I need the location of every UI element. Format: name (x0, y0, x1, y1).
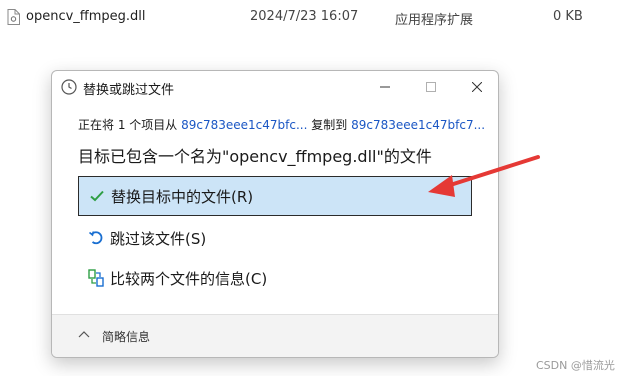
skip-file-option[interactable]: 跳过该文件(S) (78, 218, 472, 258)
skip-file-label: 跳过该文件(S) (110, 229, 207, 248)
maximize-button[interactable] (414, 75, 448, 99)
copy-status-line: 正在将 1 个项目从 89c783eee1c47bfc... 复制到 89c78… (78, 116, 485, 133)
replace-file-label: 替换目标中的文件(R) (111, 187, 254, 206)
replace-or-skip-dialog: 替换或跳过文件 正在将 1 个项目从 89c783eee1c47bfc... 复… (51, 70, 499, 358)
destination-folder-link[interactable]: 89c783eee1c47bfc7... (351, 118, 485, 132)
dialog-title: 替换或跳过文件 (83, 83, 175, 98)
file-size: 0 KB (553, 9, 583, 24)
close-button[interactable] (460, 75, 494, 99)
compare-files-option[interactable]: 比较两个文件的信息(C) (78, 258, 472, 298)
clock-icon (61, 79, 77, 95)
copy-prefix: 正在将 1 个项目从 (78, 118, 178, 132)
skip-icon (87, 229, 105, 247)
copy-middle: 复制到 (311, 118, 348, 132)
file-date: 2024/7/23 16:07 (250, 9, 359, 24)
source-folder-link[interactable]: 89c783eee1c47bfc... (181, 118, 307, 132)
dialog-titlebar[interactable]: 替换或跳过文件 (52, 71, 498, 103)
dialog-footer: 简略信息 (52, 314, 498, 357)
close-icon (472, 82, 482, 92)
file-name: opencv_ffmpeg.dll (26, 9, 146, 24)
file-type: 应用程序扩展 (395, 13, 474, 28)
compare-files-label: 比较两个文件的信息(C) (110, 269, 268, 288)
minimize-icon (380, 86, 390, 88)
file-icon (7, 9, 20, 25)
replace-file-option[interactable]: 替换目标中的文件(R) (78, 176, 472, 216)
minimize-button[interactable] (368, 75, 402, 99)
conflict-heading: 目标已包含一个名为"opencv_ffmpeg.dll"的文件 (78, 147, 432, 166)
maximize-icon (426, 82, 436, 92)
file-list-row[interactable]: opencv_ffmpeg.dll 2024/7/23 16:07 应用程序扩展… (0, 0, 619, 34)
fewer-details-toggle[interactable]: 简略信息 (102, 328, 150, 345)
chevron-up-icon[interactable] (78, 330, 90, 340)
checkmark-icon (88, 187, 106, 205)
compare-icon (87, 269, 105, 287)
watermark: CSDN @惜流光 (536, 359, 615, 372)
